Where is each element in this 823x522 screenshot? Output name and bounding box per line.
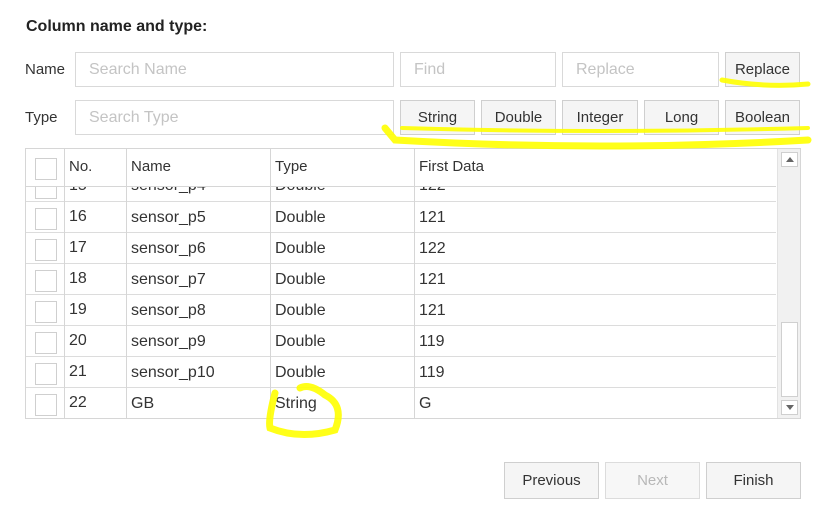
header-type[interactable]: Type	[275, 158, 308, 175]
type-boolean-button[interactable]: Boolean	[725, 100, 800, 135]
row-name: sensor_p6	[131, 240, 206, 257]
table-row[interactable]: 21 sensor_p10 Double 119	[26, 357, 776, 388]
row-name: sensor_p10	[131, 364, 215, 381]
column-divider	[64, 149, 65, 418]
row-checkbox[interactable]	[35, 363, 57, 385]
table-row[interactable]: 18 sensor_p7 Double 121	[26, 264, 776, 295]
row-first-data: 121	[419, 271, 446, 288]
type-long-button[interactable]: Long	[644, 100, 719, 135]
table-body: 15 sensor_p4 Double 122 16 sensor_p5 Dou…	[26, 149, 776, 418]
search-name-input[interactable]	[75, 52, 394, 87]
table-row[interactable]: 22 GB String G	[26, 388, 776, 418]
table-row[interactable]: 17 sensor_p6 Double 122	[26, 233, 776, 264]
replace-button[interactable]: Replace	[725, 52, 800, 87]
row-type: Double	[275, 209, 326, 226]
row-type: String	[275, 395, 317, 412]
row-name: sensor_p9	[131, 333, 206, 350]
row-checkbox[interactable]	[35, 270, 57, 292]
table-header: No. Name Type First Data	[26, 149, 776, 187]
type-row-label: Type	[25, 109, 58, 126]
dialog-title: Column name and type:	[26, 18, 208, 35]
row-name: sensor_p5	[131, 209, 206, 226]
row-checkbox[interactable]	[35, 394, 57, 416]
row-first-data: 119	[419, 364, 445, 381]
scroll-down-icon[interactable]	[781, 400, 798, 415]
search-type-input[interactable]	[75, 100, 394, 135]
row-no: 21	[69, 363, 87, 380]
row-checkbox[interactable]	[35, 301, 57, 323]
next-button[interactable]: Next	[605, 462, 700, 499]
select-all-checkbox[interactable]	[35, 158, 57, 180]
row-no: 16	[69, 208, 87, 225]
row-first-data: 122	[419, 240, 446, 257]
row-name: GB	[131, 395, 155, 412]
row-no: 18	[69, 270, 87, 287]
row-first-data: 119	[419, 333, 445, 350]
header-name[interactable]: Name	[131, 158, 171, 175]
previous-button[interactable]: Previous	[504, 462, 599, 499]
header-no[interactable]: No.	[69, 158, 92, 175]
type-integer-button[interactable]: Integer	[562, 100, 638, 135]
row-first-data: 121	[419, 302, 446, 319]
row-type: Double	[275, 302, 326, 319]
finish-button[interactable]: Finish	[706, 462, 801, 499]
row-no: 20	[69, 332, 87, 349]
row-type: Double	[275, 240, 326, 257]
row-no: 17	[69, 239, 87, 256]
row-first-data: 121	[419, 209, 446, 226]
replace-input[interactable]	[562, 52, 719, 87]
row-checkbox[interactable]	[35, 208, 57, 230]
header-first-data[interactable]: First Data	[419, 158, 484, 175]
column-divider	[270, 149, 271, 418]
find-input[interactable]	[400, 52, 556, 87]
table-scrollbar[interactable]	[777, 149, 800, 418]
scroll-up-icon[interactable]	[781, 152, 798, 167]
type-double-button[interactable]: Double	[481, 100, 556, 135]
table-row[interactable]: 20 sensor_p9 Double 119	[26, 326, 776, 357]
column-table: 15 sensor_p4 Double 122 16 sensor_p5 Dou…	[25, 148, 801, 419]
row-checkbox[interactable]	[35, 332, 57, 354]
row-type: Double	[275, 333, 326, 350]
row-name: sensor_p8	[131, 302, 206, 319]
table-row[interactable]: 16 sensor_p5 Double 121	[26, 202, 776, 233]
row-name: sensor_p7	[131, 271, 206, 288]
row-type: Double	[275, 364, 326, 381]
table-row[interactable]: 19 sensor_p8 Double 121	[26, 295, 776, 326]
row-type: Double	[275, 271, 326, 288]
row-no: 19	[69, 301, 87, 318]
scroll-thumb[interactable]	[781, 322, 798, 397]
type-string-button[interactable]: String	[400, 100, 475, 135]
row-checkbox[interactable]	[35, 239, 57, 261]
row-first-data: G	[419, 395, 432, 412]
column-divider	[414, 149, 415, 418]
column-divider	[126, 149, 127, 418]
row-no: 22	[69, 394, 87, 411]
name-row-label: Name	[25, 61, 66, 78]
